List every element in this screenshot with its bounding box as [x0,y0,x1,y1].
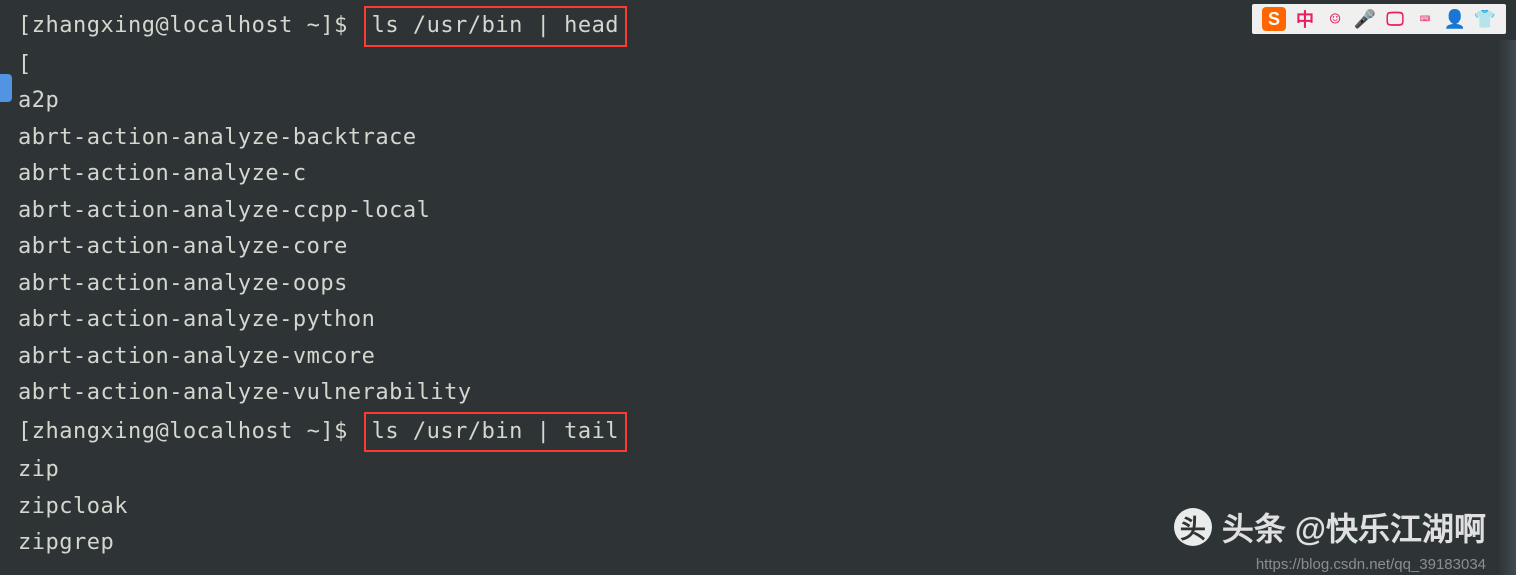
toutiao-logo-icon: 头 [1174,508,1212,546]
output-line: zip [18,452,1516,489]
scrollbar-track[interactable] [1498,40,1516,575]
output-line: abrt-action-analyze-core [18,229,1516,266]
ime-toolbar[interactable]: S 中 ☺ 🎤 🖵 ⌨ 👤 👕 [1252,4,1506,34]
output-line: abrt-action-analyze-ccpp-local [18,193,1516,230]
output-line: abrt-action-analyze-oops [18,266,1516,303]
shell-prompt: [zhangxing@localhost ~]$ [18,419,362,444]
prompt-line-2: [zhangxing@localhost ~]$ ls /usr/bin | t… [18,412,1516,453]
toutiao-watermark: 头 头条 @快乐江湖啊 [1174,504,1486,550]
output-line: abrt-action-analyze-vmcore [18,339,1516,376]
command-highlight-2: ls /usr/bin | tail [364,412,627,453]
command-highlight-1: ls /usr/bin | head [364,6,627,47]
watermark-text: 头条 @快乐江湖啊 [1222,504,1486,550]
user-icon[interactable]: 👤 [1444,8,1466,30]
emoji-icon[interactable]: ☺ [1324,8,1346,30]
chinese-mode-icon[interactable]: 中 [1294,8,1316,30]
terminal-output[interactable]: [zhangxing@localhost ~]$ ls /usr/bin | h… [0,0,1516,562]
soft-keyboard-icon[interactable]: ⌨ [1414,8,1436,30]
output-line: abrt-action-analyze-backtrace [18,120,1516,157]
output-line: abrt-action-analyze-vulnerability [18,375,1516,412]
screen-icon[interactable]: 🖵 [1384,8,1406,30]
voice-input-icon[interactable]: 🎤 [1354,8,1376,30]
csdn-watermark: https://blog.csdn.net/qq_39183034 [1256,556,1486,573]
sogou-logo-icon[interactable]: S [1262,7,1286,31]
window-edge-tab [0,74,12,102]
shell-prompt: [zhangxing@localhost ~]$ [18,13,362,38]
output-line: a2p [18,83,1516,120]
skin-icon[interactable]: 👕 [1474,8,1496,30]
output-line: [ [18,47,1516,84]
output-line: abrt-action-analyze-c [18,156,1516,193]
output-line: abrt-action-analyze-python [18,302,1516,339]
